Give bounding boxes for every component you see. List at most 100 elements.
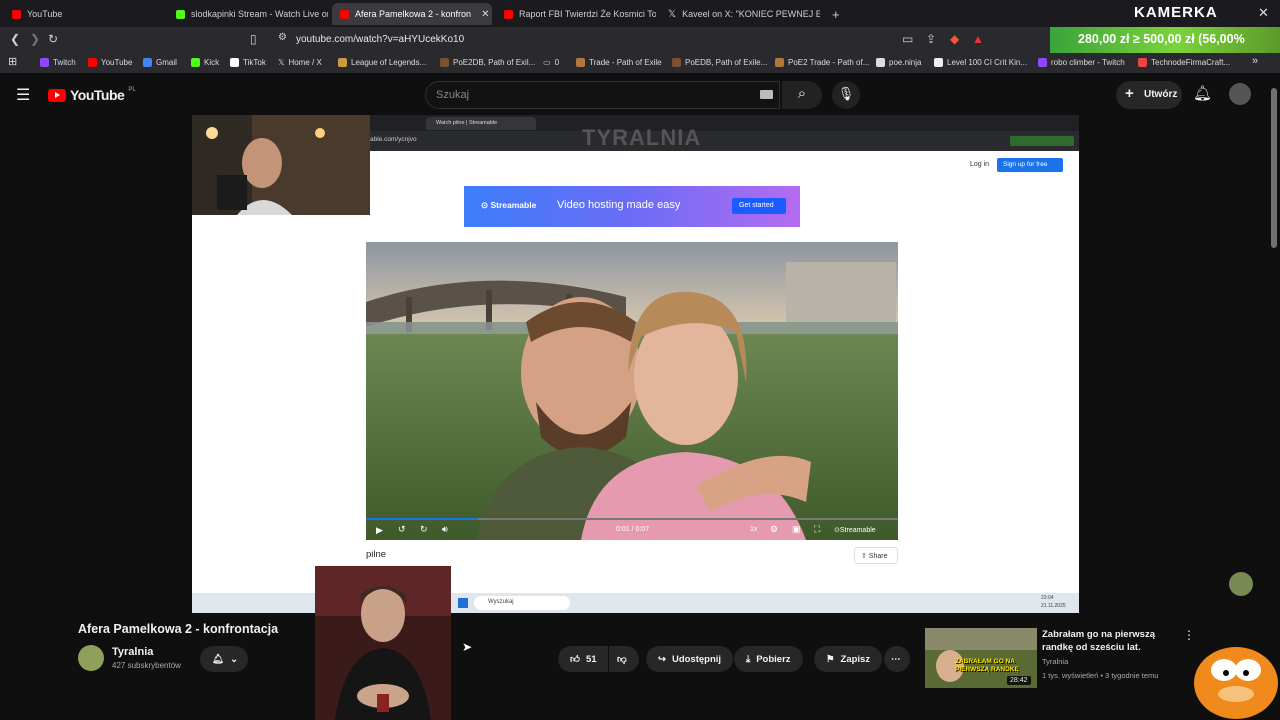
bookmark-item[interactable]: 𝕏 Home / X: [278, 58, 322, 67]
search-input[interactable]: Szukaj: [425, 81, 780, 109]
cast-icon[interactable]: ▭: [902, 32, 913, 46]
bookmark-folder[interactable]: ▭ 0: [543, 58, 559, 67]
apps-grid-icon[interactable]: ⊞: [8, 55, 17, 68]
tab-label: Raport FBI Twierdzi Że Kosmici To Ist: [519, 9, 656, 19]
captured-video-title: pilne: [366, 549, 387, 560]
taskbar-time: 23:04: [1041, 595, 1054, 601]
tab-x[interactable]: 𝕏 Kaveel on X: "KONIEC PEWNEJ ERY. J: [660, 3, 820, 25]
fullscreen-icon[interactable]: ⛶: [814, 524, 820, 535]
bookmark-item[interactable]: League of Legends...: [338, 58, 426, 67]
bookmark-item[interactable]: PoE2DB, Path of Exil...: [440, 58, 535, 67]
youtube-icon: [88, 58, 97, 67]
url-field[interactable]: youtube.com/watch?v=aHYUcekKo10: [270, 31, 990, 49]
bookmark-item[interactable]: Kick: [191, 58, 219, 67]
keyboard-icon[interactable]: [760, 90, 773, 99]
more-bookmarks-button[interactable]: »: [1252, 55, 1258, 67]
lol-icon: [338, 58, 347, 67]
bookmark-item[interactable]: TikTok: [230, 58, 266, 67]
bookmark-label: PoE2DB, Path of Exil...: [453, 58, 536, 67]
tab-kick[interactable]: slodkapinki Stream - Watch Live on K: [168, 3, 328, 25]
bookmark-item[interactable]: Twitch: [40, 58, 76, 67]
banner-brand-label: Streamable: [490, 200, 537, 210]
bookmark-item[interactable]: Gmail: [143, 58, 177, 67]
player-brand-label: Streamable: [839, 527, 876, 534]
search-button[interactable]: ⌕: [782, 81, 822, 109]
bookmark-icon[interactable]: ▯: [250, 32, 257, 46]
poe2db-icon: [440, 58, 449, 67]
bookmark-item[interactable]: robo climber - Twitch: [1038, 58, 1125, 67]
garfield-overlay-image: [1194, 647, 1278, 719]
streamer-webcam-bottom: [315, 566, 451, 720]
share-label: Udostępnij: [671, 653, 722, 665]
create-button[interactable]: + Utwórz: [1116, 81, 1182, 109]
bookmark-label: YouTube: [101, 58, 133, 67]
youtube-play-logo-icon: [48, 88, 66, 102]
voice-search-button[interactable]: 🎙: [832, 81, 860, 109]
bookmark-label: TikTok: [243, 58, 266, 67]
download-button[interactable]: ⤓ Pobierz: [734, 646, 803, 672]
reload-icon[interactable]: ↻: [48, 32, 58, 46]
share-icon[interactable]: ⇪: [926, 32, 936, 46]
share-arrow-icon: ↪: [658, 653, 666, 665]
bookmark-item[interactable]: poe.ninja: [876, 58, 921, 67]
brave-rewards-icon[interactable]: ▲: [972, 32, 984, 46]
browser-tab-strip: YouTube slodkapinki Stream - Watch Live …: [0, 0, 1280, 27]
pip-icon[interactable]: ▣: [792, 524, 801, 535]
new-tab-button[interactable]: +: [824, 3, 846, 25]
suggested-title[interactable]: Zabrałam go na pierwszą randkę od sześci…: [1042, 628, 1182, 654]
kick-icon: [191, 58, 200, 67]
forward-icon[interactable]: ↻: [420, 524, 428, 535]
poe-ninja-icon: [876, 58, 885, 67]
subscription-bell-button[interactable]: 🔔︎ ⌄: [200, 646, 248, 672]
folder-icon: ▭: [543, 58, 551, 67]
share-button[interactable]: ↪ Udostępnij: [646, 646, 734, 672]
dislike-button[interactable]: 👎︎: [609, 646, 639, 672]
account-avatar[interactable]: [1229, 83, 1251, 105]
time-display: 0:01 / 0:07: [616, 526, 650, 533]
save-button[interactable]: ⚑ Zapisz: [814, 646, 883, 672]
bookmark-item[interactable]: Trade - Path of Exile: [576, 58, 662, 67]
speed-button[interactable]: 1x: [750, 526, 757, 533]
progress-track[interactable]: [366, 518, 898, 520]
bookmark-item[interactable]: TechnodeFirmaCraft...: [1138, 58, 1230, 67]
notifications-bell-icon[interactable]: 🔔︎: [1193, 84, 1212, 102]
volume-icon[interactable]: 🔊︎: [442, 524, 448, 535]
youtube-logo[interactable]: YouTube PL: [48, 87, 136, 103]
youtube-header: ☰ YouTube PL Szukaj ⌕ 🎙 + Utwórz 🔔︎: [0, 73, 1280, 115]
bookmark-label: robo climber - Twitch: [1051, 58, 1125, 67]
forward-icon[interactable]: ❯: [30, 32, 40, 46]
window-close-icon[interactable]: ✕: [1258, 5, 1269, 21]
bookmark-label: PoE2 Trade - Path of...: [788, 58, 870, 67]
menu-icon[interactable]: ☰: [16, 85, 30, 105]
mic-icon: 🎙: [837, 86, 855, 101]
taskbar-date: 21.11.2025: [1041, 603, 1066, 609]
suggested-thumbnail[interactable]: ZABRAŁAM GO NA PIERWSZĄ RANDKĘ 28:42: [925, 628, 1037, 688]
bookmark-item[interactable]: PoE2 Trade - Path of...: [775, 58, 869, 67]
close-tab-icon[interactable]: ✕: [481, 9, 489, 20]
bookmark-item[interactable]: PoEDB, Path of Exile...: [672, 58, 767, 67]
back-icon[interactable]: ❮: [10, 32, 20, 46]
like-button[interactable]: 👍︎ 51: [558, 646, 608, 672]
suggested-channel[interactable]: Tyralnia: [1042, 657, 1068, 666]
bookmark-item[interactable]: YouTube: [88, 58, 132, 67]
play-icon[interactable]: ▶: [376, 525, 383, 536]
bookmark-label: Trade - Path of Exile: [589, 58, 662, 67]
settings-gear-icon[interactable]: ⚙: [770, 524, 778, 535]
rewind-icon[interactable]: ↺: [398, 524, 406, 535]
page-scrollbar[interactable]: [1271, 88, 1277, 248]
tab-fbi[interactable]: Raport FBI Twierdzi Że Kosmici To Ist: [496, 3, 656, 25]
tab-active-video[interactable]: Afera Pamelkowa 2 - konfron ✕: [332, 3, 492, 25]
bookmark-label: Home / X: [288, 58, 322, 67]
country-code: PL: [128, 87, 136, 93]
youtube-favicon-icon: [504, 9, 513, 19]
channel-avatar[interactable]: [78, 645, 104, 671]
taskbar-search: Wyszukaj: [474, 596, 570, 610]
site-info-icon[interactable]: ⚙: [278, 32, 287, 43]
bookmark-item[interactable]: Level 100 CI Crit Kin...: [934, 58, 1027, 67]
brave-shield-icon[interactable]: ◆: [950, 32, 959, 46]
more-actions-button[interactable]: ⋯: [884, 646, 910, 672]
tab-youtube[interactable]: YouTube: [4, 3, 164, 25]
captured-tab: Watch pilne | Streamable: [426, 117, 536, 130]
captured-tab-strip: Watch pilne | Streamable: [370, 115, 1079, 131]
channel-name[interactable]: Tyralnia: [112, 646, 153, 658]
